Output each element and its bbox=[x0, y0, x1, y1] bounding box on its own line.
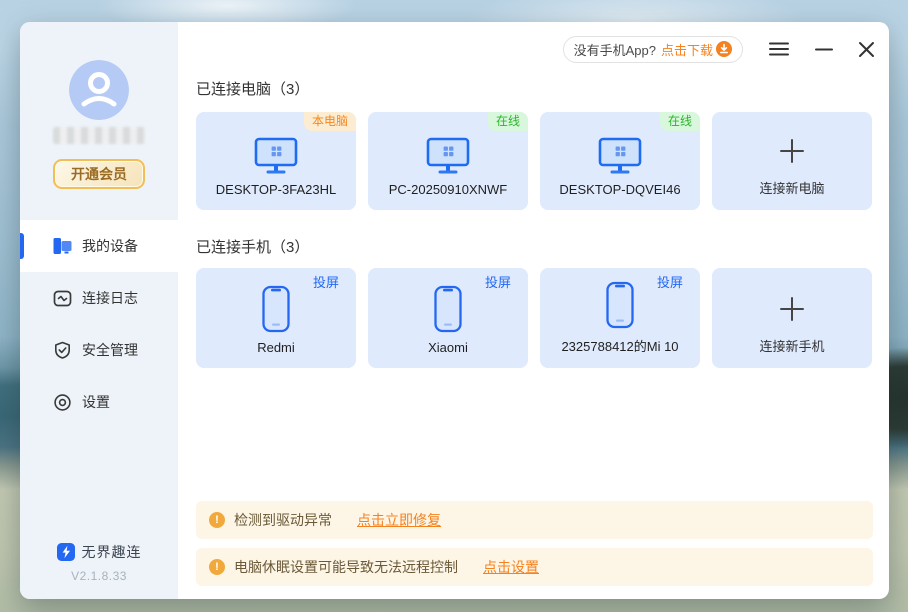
device-name: Redmi bbox=[257, 340, 295, 355]
phone-card[interactable]: 投屏 2325788412的Mi 10 bbox=[540, 268, 700, 368]
app-version: V2.1.8.33 bbox=[20, 569, 178, 583]
warning-icon: ! bbox=[209, 559, 225, 575]
device-name: Xiaomi bbox=[428, 340, 468, 355]
username-redacted bbox=[53, 127, 145, 144]
phone-card[interactable]: 投屏 Redmi bbox=[196, 268, 356, 368]
titlebar: 没有手机App? 点击下载 bbox=[196, 22, 889, 70]
sidebar-item-settings[interactable]: 设置 bbox=[20, 376, 178, 428]
fix-driver-link[interactable]: 点击立即修复 bbox=[357, 510, 441, 530]
sleep-settings-link[interactable]: 点击设置 bbox=[483, 557, 539, 577]
app-window: 开通会员 我的设备 连接日志 bbox=[20, 22, 889, 599]
add-phone-card[interactable]: 连接新手机 bbox=[712, 268, 872, 368]
brand-name: 无界趣连 bbox=[82, 542, 142, 562]
status-badge: 本电脑 bbox=[304, 112, 356, 131]
driver-warning-notice: ! 检测到驱动异常 点击立即修复 bbox=[196, 501, 873, 539]
sidebar-item-label: 我的设备 bbox=[82, 236, 138, 256]
status-badge: 在线 bbox=[660, 112, 700, 131]
computer-card-row: 本电脑 DESKTOP-3FA23HL 在线 bbox=[196, 112, 889, 210]
warning-icon: ! bbox=[209, 512, 225, 528]
main-content: 没有手机App? 点击下载 已连接电脑（3） 本电脑 bbox=[178, 22, 889, 599]
status-badge: 在线 bbox=[488, 112, 528, 131]
sidebar-item-label: 设置 bbox=[82, 392, 110, 412]
notice-list: ! 检测到驱动异常 点击立即修复 ! 电脑休眠设置可能导致无法远程控制 点击设置 bbox=[196, 501, 873, 586]
monitor-icon bbox=[425, 137, 471, 175]
notice-text: 检测到驱动异常 bbox=[234, 510, 332, 530]
minimize-icon[interactable] bbox=[815, 41, 833, 57]
device-name: PC-20250910XNWF bbox=[389, 182, 508, 197]
devices-icon bbox=[53, 237, 72, 256]
download-app-button[interactable]: 没有手机App? 点击下载 bbox=[563, 36, 743, 63]
monitor-icon bbox=[253, 137, 299, 175]
phone-card-row: 投屏 Redmi 投屏 Xiaomi 投屏 bbox=[196, 268, 889, 368]
computers-section-title: 已连接电脑（3） bbox=[196, 78, 889, 99]
log-icon bbox=[53, 289, 72, 308]
sidebar-menu: 我的设备 连接日志 安全管理 bbox=[20, 220, 178, 428]
close-icon[interactable] bbox=[858, 41, 875, 58]
device-name: DESKTOP-DQVEI46 bbox=[559, 182, 680, 197]
phone-card[interactable]: 投屏 Xiaomi bbox=[368, 268, 528, 368]
computer-card[interactable]: 在线 DESKTOP-DQVEI46 bbox=[540, 112, 700, 210]
download-prompt-text: 没有手机App? bbox=[574, 40, 656, 59]
sleep-warning-notice: ! 电脑休眠设置可能导致无法远程控制 点击设置 bbox=[196, 548, 873, 586]
sidebar: 开通会员 我的设备 连接日志 bbox=[20, 22, 178, 599]
cast-badge[interactable]: 投屏 bbox=[649, 273, 691, 292]
brand-logo-icon bbox=[57, 543, 75, 561]
sidebar-item-label: 安全管理 bbox=[82, 340, 138, 360]
cast-badge[interactable]: 投屏 bbox=[477, 273, 519, 292]
computer-card[interactable]: 本电脑 DESKTOP-3FA23HL bbox=[196, 112, 356, 210]
plus-icon bbox=[778, 295, 806, 323]
monitor-icon bbox=[597, 137, 643, 175]
settings-icon bbox=[53, 393, 72, 412]
download-link-text: 点击下载 bbox=[661, 40, 713, 59]
sidebar-item-connection-log[interactable]: 连接日志 bbox=[20, 272, 178, 324]
phone-icon bbox=[431, 285, 465, 333]
cast-badge[interactable]: 投屏 bbox=[305, 273, 347, 292]
shield-icon bbox=[53, 341, 72, 360]
phone-icon bbox=[259, 285, 293, 333]
sidebar-item-my-devices[interactable]: 我的设备 bbox=[20, 220, 178, 272]
brand-footer: 无界趣连 V2.1.8.33 bbox=[20, 542, 178, 583]
device-name: DESKTOP-3FA23HL bbox=[216, 182, 336, 197]
device-name: 2325788412的Mi 10 bbox=[561, 336, 678, 355]
add-computer-card[interactable]: 连接新电脑 bbox=[712, 112, 872, 210]
sidebar-item-security[interactable]: 安全管理 bbox=[20, 324, 178, 376]
phones-section-title: 已连接手机（3） bbox=[196, 236, 889, 257]
add-computer-label: 连接新电脑 bbox=[759, 178, 824, 197]
download-icon bbox=[716, 41, 732, 57]
sidebar-item-label: 连接日志 bbox=[82, 288, 138, 308]
computer-card[interactable]: 在线 PC-20250910XNWF bbox=[368, 112, 528, 210]
plus-icon bbox=[778, 137, 806, 165]
hamburger-menu-icon[interactable] bbox=[768, 41, 790, 57]
user-avatar-icon[interactable] bbox=[69, 60, 129, 120]
phone-icon bbox=[603, 281, 637, 329]
vip-button[interactable]: 开通会员 bbox=[53, 159, 145, 189]
add-phone-label: 连接新手机 bbox=[759, 336, 824, 355]
notice-text: 电脑休眠设置可能导致无法远程控制 bbox=[234, 557, 458, 577]
